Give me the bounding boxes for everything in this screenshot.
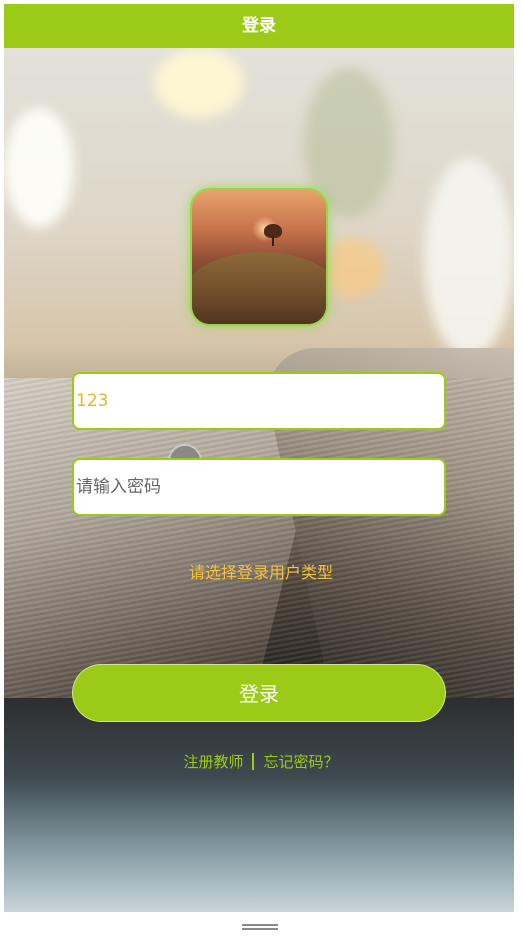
avatar-tree-trunk — [272, 236, 274, 246]
username-input[interactable] — [74, 374, 446, 428]
bokeh-light — [424, 158, 514, 358]
forgot-password-link[interactable]: 忘记密码？ — [264, 751, 339, 772]
register-teacher-link[interactable]: 注册教师 — [183, 751, 243, 772]
link-separator — [251, 753, 254, 770]
avatar — [192, 190, 326, 324]
password-field[interactable] — [72, 458, 446, 516]
avatar-hill — [192, 252, 326, 324]
login-screen: 登录 请选择登录用户类型 登录 注册教师忘记密码？ — [0, 0, 522, 940]
username-field[interactable] — [72, 372, 446, 430]
page-title: 登录 — [242, 16, 276, 36]
drag-handle-icon[interactable] — [242, 924, 278, 930]
bokeh-light — [154, 48, 244, 118]
password-input[interactable] — [74, 460, 446, 514]
footer-links: 注册教师 忘记密码？ — [0, 751, 522, 772]
title-bar: 登录 — [4, 4, 514, 48]
user-type-selector[interactable]: 请选择登录用户类型 — [0, 559, 522, 583]
bokeh-light — [4, 108, 74, 228]
login-button[interactable]: 登录 — [72, 664, 446, 722]
bokeh-light — [324, 238, 384, 298]
